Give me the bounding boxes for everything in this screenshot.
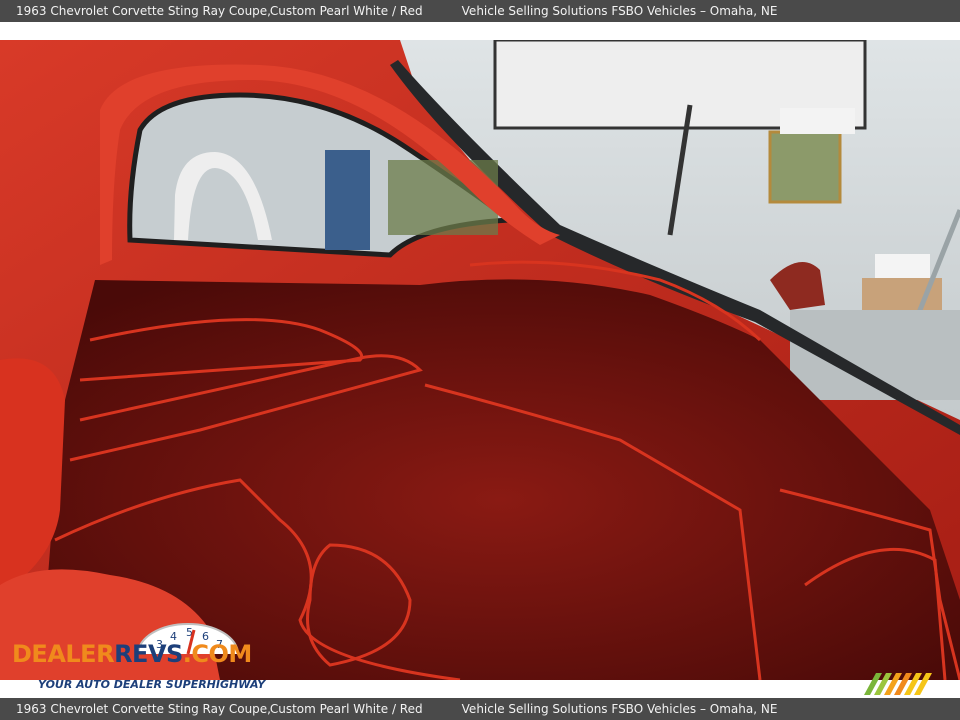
vehicle-color: Custom Pearl White / Red — [269, 4, 423, 18]
vehicle-title: 1963 Chevrolet Corvette Sting Ray Coupe, — [16, 4, 271, 18]
caption-bar-bottom: 1963 Chevrolet Corvette Sting Ray Coupe,… — [0, 698, 960, 720]
vehicle-color: Custom Pearl White / Red — [269, 702, 423, 716]
dealerrevs-tagline: YOUR AUTO DEALER SUPERHIGHWAY — [38, 678, 266, 691]
dealer-name: Vehicle Selling Solutions FSBO Vehicles … — [461, 4, 778, 18]
dealerrevs-logo-text: DEALERREVS.COM — [12, 640, 252, 668]
vehicle-title: 1963 Chevrolet Corvette Sting Ray Coupe, — [16, 702, 271, 716]
stripes-logo-icon — [864, 673, 932, 695]
dealer-name: Vehicle Selling Solutions FSBO Vehicles … — [461, 702, 778, 716]
cargo-area-illustration — [0, 40, 960, 680]
dealerrevs-watermark: 3 4 5 6 7 DEALERREVS.COM YOUR AUTO DEALE… — [12, 622, 272, 692]
caption-bar-top: 1963 Chevrolet Corvette Sting Ray Coupe,… — [0, 0, 960, 22]
vehicle-photo — [0, 40, 960, 680]
